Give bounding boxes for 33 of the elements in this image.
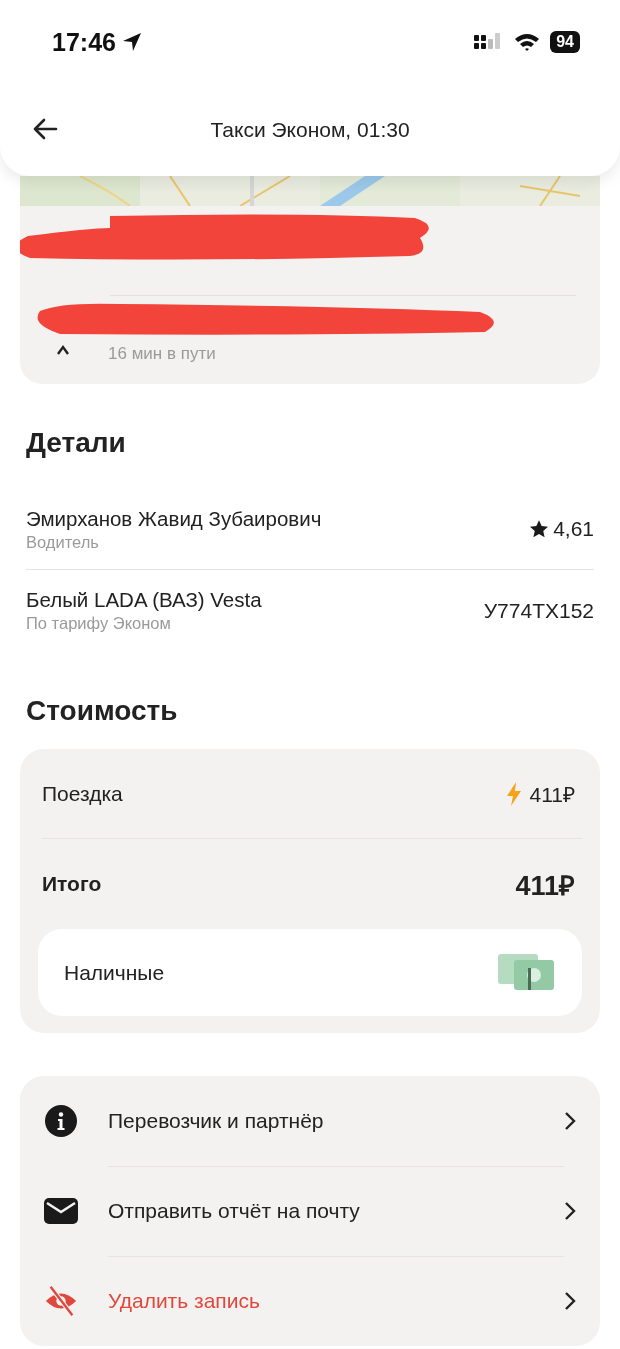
menu-item[interactable]: Отправить отчёт на почту xyxy=(20,1166,600,1256)
status-time: 17:46 xyxy=(52,27,116,57)
detail-subtitle: Водитель xyxy=(26,532,100,552)
screen-title: Такси Эконом, 01:30 xyxy=(210,118,410,142)
cost-amount: 411₽ xyxy=(529,781,575,808)
menu-item[interactable]: Удалить запись xyxy=(20,1256,600,1346)
chevron-icon xyxy=(564,1111,576,1131)
chevron-icon xyxy=(564,1201,576,1221)
cost-label: Итого xyxy=(42,872,103,896)
cost-amount: 411₽ xyxy=(515,869,575,903)
info-icon xyxy=(44,1104,78,1138)
wifi-icon xyxy=(514,32,541,52)
location-arrow-icon xyxy=(121,32,142,52)
caret-icon xyxy=(56,344,70,356)
menu-item[interactable]: Перевозчик и партнёр xyxy=(20,1076,600,1166)
detail-title: Белый LADA (ВАЗ) Vesta xyxy=(26,588,263,612)
payment-method: Наличные xyxy=(64,960,166,985)
cost-label: Поездка xyxy=(42,781,124,806)
section-heading: Детали xyxy=(25,426,127,460)
license-plate: У774ТХ152 xyxy=(483,598,594,623)
battery-level: 94 xyxy=(550,31,580,53)
driver-rating: 4,61 xyxy=(553,517,594,541)
cash-icon xyxy=(498,953,556,992)
star-icon xyxy=(529,519,550,539)
hidden-eye-icon xyxy=(44,1284,78,1318)
envelope-icon xyxy=(44,1198,78,1224)
detail-title: Эмирханов Жавид Зубаирович xyxy=(26,506,323,531)
chevron-icon xyxy=(564,1291,576,1311)
trip-duration: 16 мин в пути xyxy=(108,344,216,364)
detail-subtitle: По тарифу Эконом xyxy=(26,614,172,633)
lightning-icon xyxy=(505,781,522,806)
payment-method-card[interactable]: Наличные xyxy=(38,929,582,1016)
section-heading: Стоимость xyxy=(25,694,179,728)
